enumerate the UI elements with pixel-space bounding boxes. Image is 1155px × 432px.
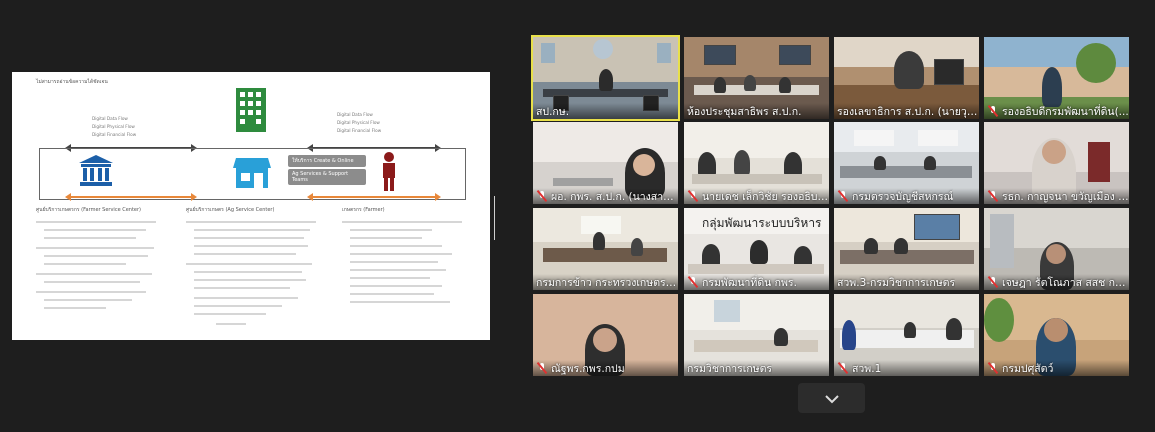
right-flow-3: Digital Financial Flow xyxy=(337,128,382,133)
video-tile[interactable]: เจษฎา รัตโณภาส สสช กร... xyxy=(984,208,1129,290)
participant-name: รองเลขาธิการ ส.ป.ก. (นายวุฒิ... xyxy=(837,105,979,118)
mic-muted-icon xyxy=(987,276,999,288)
bank-icon xyxy=(78,154,114,188)
video-tile[interactable]: กลุ่มพัฒนาระบบบริหาร กรมพัฒนาที่ดิน กพร. xyxy=(684,208,829,290)
video-tile[interactable]: รองอธิบดีกรมพัฒนาที่ดิน(... xyxy=(984,37,1129,119)
mic-muted-icon xyxy=(987,362,999,374)
participant-namebar: สวพ.3-กรมวิชาการเกษตร xyxy=(834,274,979,290)
participant-namebar: ณัฐพร.กพร.กปม xyxy=(533,360,678,376)
video-tile[interactable]: สวพ.3-กรมวิชาการเกษตร xyxy=(834,208,979,290)
left-flow-1: Digital Data Flow xyxy=(92,116,128,121)
video-tile[interactable]: ณัฐพร.กพร.กปม xyxy=(533,294,678,376)
bottom-left-arrow xyxy=(65,193,197,201)
right-flow-2: Digital Physical Flow xyxy=(337,120,380,125)
video-tile[interactable]: กรมการข้าว กระทรวงเกษตรและ... xyxy=(533,208,678,290)
video-tile[interactable]: กรมปศุสัตว์ xyxy=(984,294,1129,376)
participant-namebar: รองเลขาธิการ ส.ป.ก. (นายวุฒิ... xyxy=(834,103,979,119)
column-1-text xyxy=(36,218,166,322)
participant-namebar: นายเดช เล็กวิชัย รองอธิบดี... xyxy=(684,188,829,204)
participant-name: ห้องประชุมสาธิพร ส.ป.ก. xyxy=(687,105,802,118)
column-2-title: ศูนย์บริการเกษตร (Ag Service Center) xyxy=(186,207,275,213)
mic-muted-icon xyxy=(687,190,699,202)
mic-muted-icon xyxy=(536,190,548,202)
participant-namebar: กรมปศุสัตว์ xyxy=(984,360,1129,376)
chevron-down-icon xyxy=(824,389,839,408)
participant-namebar: เจษฎา รัตโณภาส สสช กร... xyxy=(984,274,1129,290)
participant-name: สวพ.1 xyxy=(852,362,882,375)
participant-name: กรมตรวจบัญชีสหกรณ์ xyxy=(852,190,954,203)
video-tile[interactable]: กรมตรวจบัญชีสหกรณ์ xyxy=(834,122,979,204)
participant-name: นายเดช เล็กวิชัย รองอธิบดี... xyxy=(702,190,829,203)
service-tag-support: Ag Services & Support Teams xyxy=(288,169,366,185)
left-flow-3: Digital Financial Flow xyxy=(92,132,137,137)
mic-muted-icon xyxy=(536,362,548,374)
right-flow-1: Digital Data Flow xyxy=(337,112,373,117)
store-icon xyxy=(232,156,272,190)
video-tile[interactable]: รธก. กาญจนา ขวัญเมือง สศก. xyxy=(984,122,1129,204)
mic-muted-icon xyxy=(987,105,999,117)
participant-namebar: ผอ. กพร. ส.ป.ก. (นางสาว... xyxy=(533,188,678,204)
farmer-icon xyxy=(380,152,398,192)
participant-namebar: สป.กษ. xyxy=(533,103,678,119)
participant-namebar: กรมพัฒนาที่ดิน กพร. xyxy=(684,274,829,290)
participant-namebar: ห้องประชุมสาธิพร ส.ป.ก. xyxy=(684,103,829,119)
video-tile[interactable]: รองเลขาธิการ ส.ป.ก. (นายวุฒิ... xyxy=(834,37,979,119)
video-tile[interactable]: สวพ.1 xyxy=(834,294,979,376)
participant-name: กรมการข้าว กระทรวงเกษตรและ... xyxy=(536,276,678,289)
participant-name: กรมวิชาการเกษตร xyxy=(687,362,773,375)
participant-namebar: รธก. กาญจนา ขวัญเมือง สศก. xyxy=(984,188,1129,204)
video-tile[interactable]: สป.กษ. xyxy=(531,35,680,121)
column-2-text xyxy=(186,218,326,332)
participant-namebar: กรมวิชาการเกษตร xyxy=(684,360,829,376)
participant-namebar: สวพ.1 xyxy=(834,360,979,376)
participant-name: รธก. กาญจนา ขวัญเมือง สศก. xyxy=(1002,190,1129,203)
participant-name: กรมพัฒนาที่ดิน กพร. xyxy=(702,276,797,289)
participant-namebar: กรมตรวจบัญชีสหกรณ์ xyxy=(834,188,979,204)
left-flow-2: Digital Physical Flow xyxy=(92,124,135,129)
participant-name: รองอธิบดีกรมพัฒนาที่ดิน(... xyxy=(1002,105,1129,118)
video-tile[interactable]: ห้องประชุมสาธิพร ส.ป.ก. xyxy=(684,37,829,119)
mic-muted-icon xyxy=(837,190,849,202)
participant-name: ผอ. กพร. ส.ป.ก. (นางสาว... xyxy=(551,190,678,203)
slide-header: ไม่สามารถอ่านข้อความได้ชัดเจน xyxy=(36,79,108,85)
building-icon xyxy=(234,86,268,132)
participant-name: ณัฐพร.กพร.กปม xyxy=(551,362,625,375)
collapse-toolbar-button[interactable] xyxy=(798,383,865,413)
participant-namebar: รองอธิบดีกรมพัฒนาที่ดิน(... xyxy=(984,103,1129,119)
video-tile[interactable]: ผอ. กพร. ส.ป.ก. (นางสาว... xyxy=(533,122,678,204)
mic-muted-icon xyxy=(987,190,999,202)
column-3-title: เกษตรกร (Farmer) xyxy=(342,207,385,213)
room-banner: กลุ่มพัฒนาระบบบริหาร xyxy=(702,216,822,230)
mic-muted-icon xyxy=(687,276,699,288)
video-tile[interactable]: กรมวิชาการเกษตร xyxy=(684,294,829,376)
column-3-text xyxy=(342,218,472,322)
participant-name: กรมปศุสัตว์ xyxy=(1002,362,1054,375)
video-tile[interactable]: นายเดช เล็กวิชัย รองอธิบดี... xyxy=(684,122,829,204)
shared-screen-slide: ไม่สามารถอ่านข้อความได้ชัดเจน Digital Da… xyxy=(12,72,490,340)
bottom-right-arrow xyxy=(307,193,441,201)
participant-name: สป.กษ. xyxy=(536,105,570,118)
participant-name: สวพ.3-กรมวิชาการเกษตร xyxy=(837,276,956,289)
column-1-title: ศูนย์บริการเกษตรกร (Farmer Service Cente… xyxy=(36,207,142,213)
service-tag-online: ให้บริการ Create & Online xyxy=(288,155,366,167)
participant-name: เจษฎา รัตโณภาส สสช กร... xyxy=(1002,276,1129,289)
mic-muted-icon xyxy=(837,362,849,374)
panel-resize-handle[interactable] xyxy=(494,196,497,240)
participant-namebar: กรมการข้าว กระทรวงเกษตรและ... xyxy=(533,274,678,290)
